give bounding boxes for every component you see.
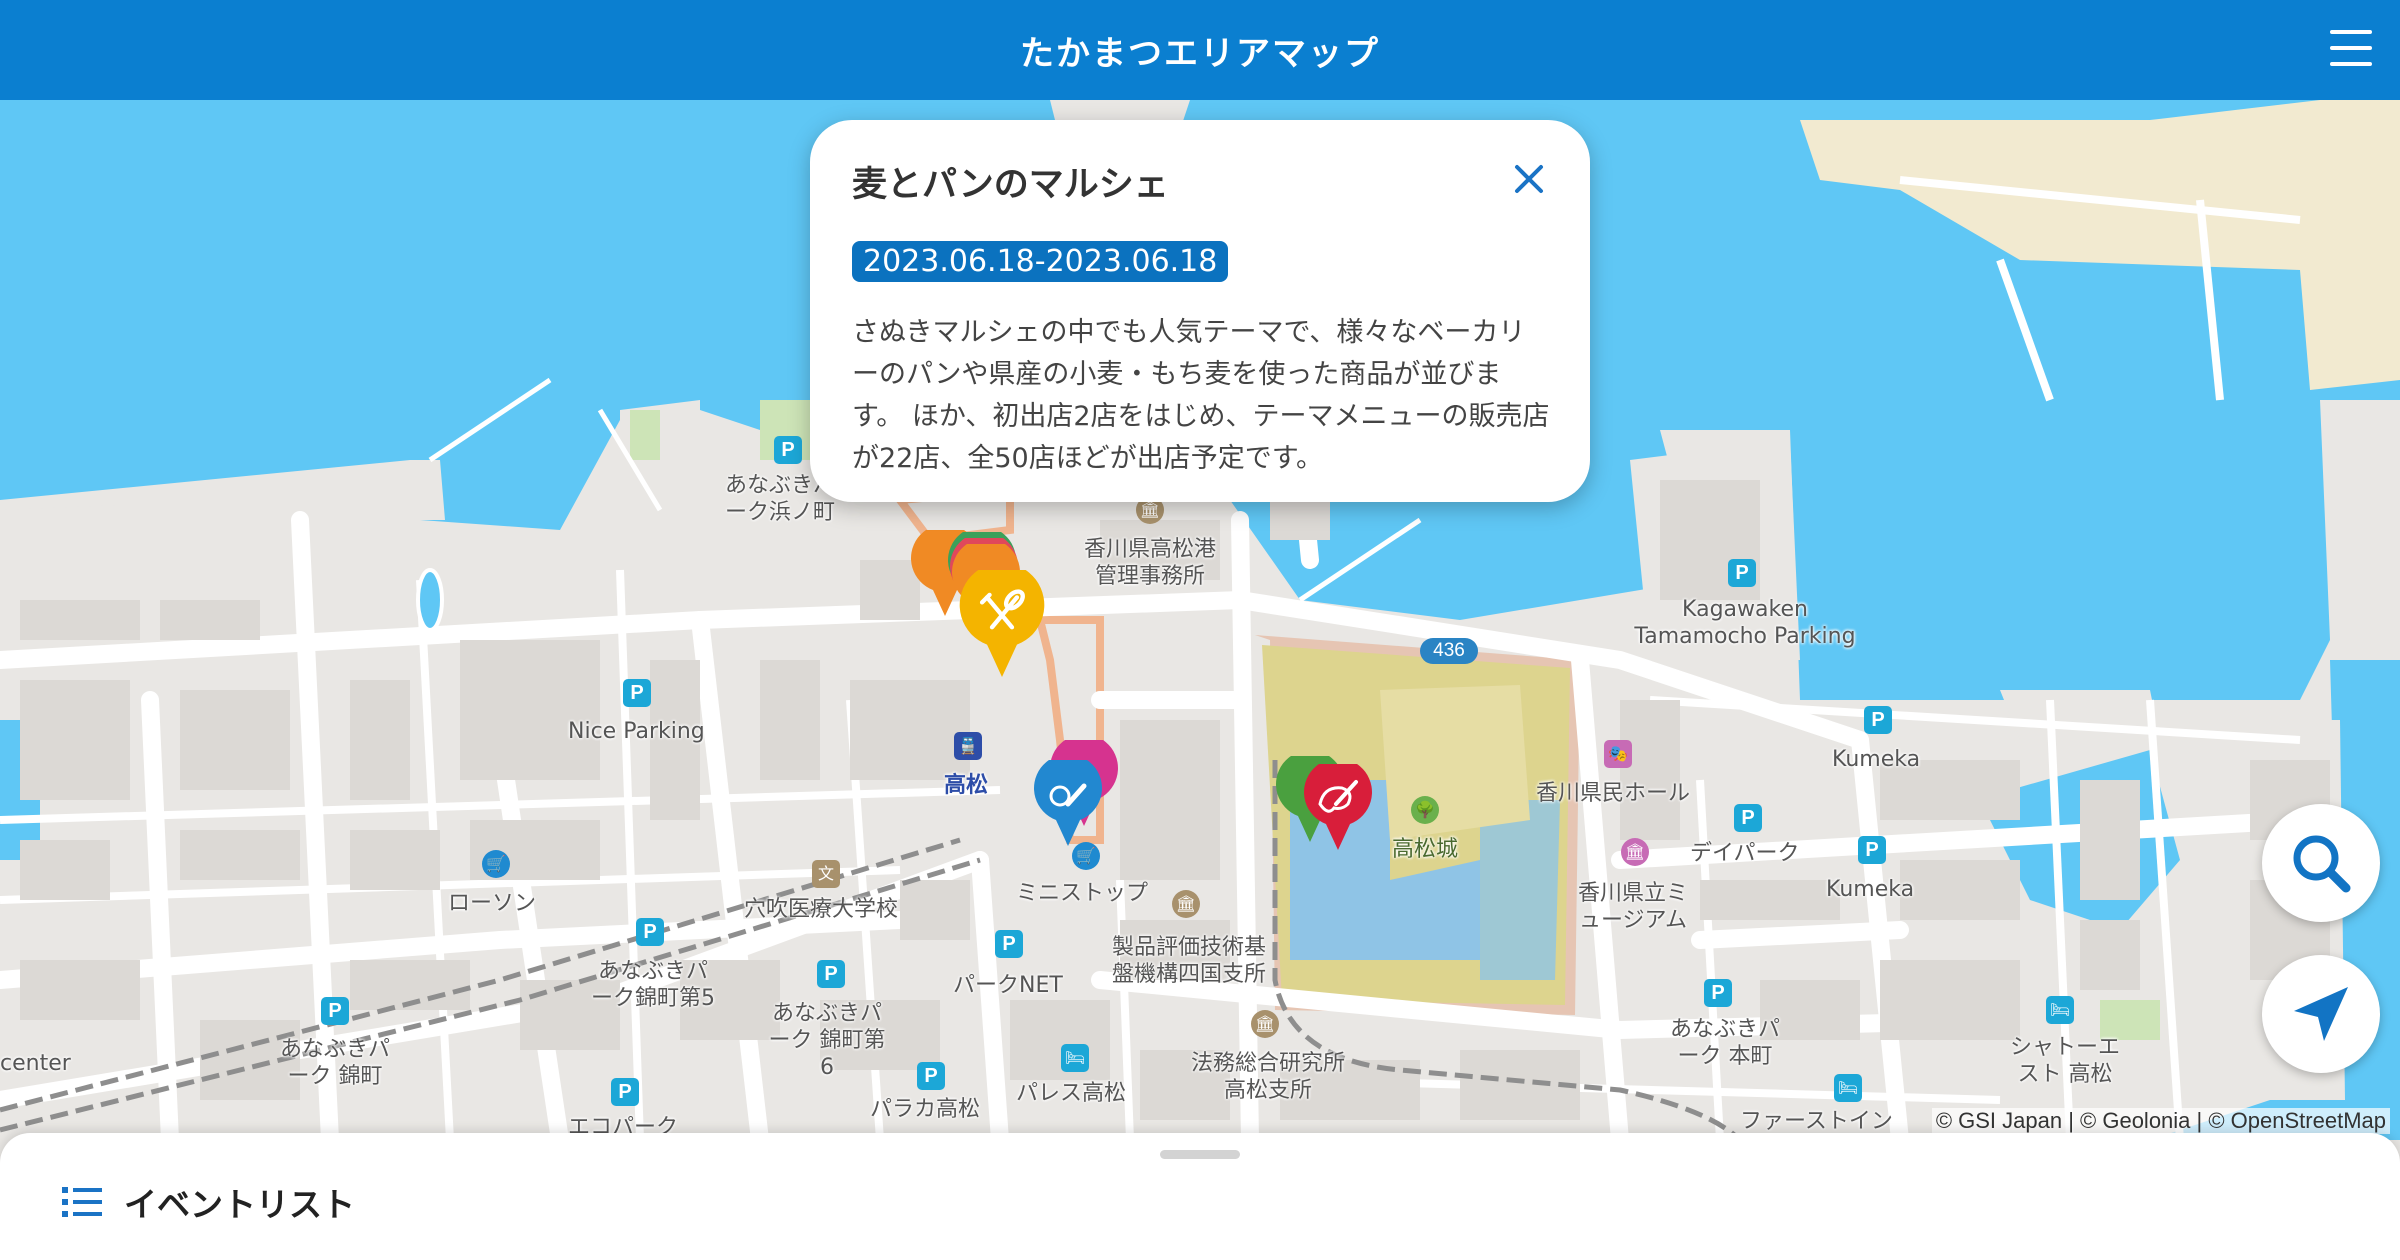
map-label: 法務総合研究所高松支所	[1190, 1051, 1345, 1103]
map-label: あなぶきパーク 本町	[1669, 1017, 1780, 1069]
event-list-sheet[interactable]: イベントリスト	[0, 1133, 2400, 1260]
app-title: たかまつエリアマップ	[1020, 33, 1380, 74]
parking-icon[interactable]: P	[1864, 706, 1892, 734]
map-label: Kagawaken Tamamocho Parking	[1634, 597, 1856, 649]
event-popup: 麦とパンのマルシェ 2023.06.18-2023.06.18 さぬきマルシェの…	[810, 120, 1590, 502]
hotel-icon[interactable]: 🛏	[2046, 996, 2074, 1024]
map-label: シャトーエスト 高松	[2009, 1035, 2120, 1087]
map-label: パラカ高松	[870, 1097, 981, 1122]
museum-icon[interactable]: 🏛	[1621, 838, 1649, 866]
popup-date-badge: 2023.06.18-2023.06.18	[852, 241, 1229, 282]
map-attribution[interactable]: © GSI Japan | © Geolonia | © OpenStreetM…	[1931, 1108, 2390, 1134]
parking-icon[interactable]: P	[995, 930, 1023, 958]
map-label: center	[0, 1051, 71, 1076]
route-shield: 436	[1420, 638, 1478, 664]
map-label: ローソン	[448, 891, 537, 916]
map-label: ミニストップ	[1016, 881, 1149, 906]
popup-description: さぬきマルシェの中でも人気テーマで、様々なベーカリーのパンや県産の小麦・もち麦を…	[852, 317, 1550, 474]
map-label: 穴吹医療大学校	[744, 897, 899, 922]
parking-icon[interactable]: P	[1728, 559, 1756, 587]
popup-title: 麦とパンのマルシェ	[852, 165, 1169, 205]
list-icon	[62, 1187, 102, 1217]
search-icon	[2293, 835, 2351, 893]
map-label: あなぶきパーク 錦町第6	[768, 1001, 886, 1080]
government-icon[interactable]: 🏛	[1251, 1010, 1279, 1038]
parking-icon[interactable]: P	[1704, 979, 1732, 1007]
map-label: デイパーク	[1690, 841, 1800, 866]
park-icon[interactable]: 🌳	[1411, 796, 1439, 824]
parking-icon[interactable]: P	[917, 1062, 945, 1090]
close-icon[interactable]	[1506, 156, 1552, 202]
search-button[interactable]	[2262, 804, 2380, 922]
parking-icon[interactable]: P	[774, 436, 802, 464]
app-header: たかまつエリアマップ	[0, 0, 2400, 100]
station-icon[interactable]: 🚆	[954, 732, 982, 760]
map-label: Nice Parking	[568, 719, 705, 744]
event-pin-art[interactable]	[1298, 764, 1378, 854]
parking-icon[interactable]: P	[817, 960, 845, 988]
current-location-button[interactable]	[2262, 955, 2380, 1073]
event-pin-sports[interactable]	[1028, 760, 1108, 850]
map-label: ファーストイン	[1740, 1109, 1893, 1134]
hotel-icon[interactable]: 🛏	[1834, 1074, 1862, 1102]
map-label: パレス高松	[1016, 1081, 1127, 1106]
map-label: Kumeka	[1832, 747, 1921, 772]
station-label: 高松	[944, 773, 989, 798]
theater-icon[interactable]: 🎭	[1604, 740, 1632, 768]
school-icon[interactable]: 文	[812, 860, 840, 888]
map-label: 香川県民ホール	[1536, 781, 1691, 806]
parking-icon[interactable]: P	[1858, 836, 1886, 864]
event-pin-food-selected[interactable]	[952, 570, 1052, 682]
map-label: 香川県立ミュージアム	[1577, 881, 1688, 933]
sheet-drag-handle[interactable]	[1160, 1150, 1240, 1159]
government-icon[interactable]: 🏛	[1172, 890, 1200, 918]
map-label: 製品評価技術基盤機構四国支所	[1111, 935, 1266, 987]
castle-label: 高松城	[1392, 837, 1459, 862]
parking-icon[interactable]: P	[636, 918, 664, 946]
hamburger-menu-icon[interactable]	[2330, 30, 2372, 66]
event-list-label[interactable]: イベントリスト	[124, 1178, 355, 1226]
hotel-icon[interactable]: 🛏	[1061, 1044, 1089, 1072]
map-label: あなぶきパーク 錦町	[279, 1037, 390, 1089]
navigation-arrow-icon	[2294, 987, 2348, 1041]
map-label: Kumeka	[1826, 877, 1915, 902]
map-label: あなぶきパーク錦町第5	[591, 959, 715, 1011]
parking-icon[interactable]: P	[1734, 804, 1762, 832]
map-label: 香川県高松港管理事務所	[1083, 537, 1216, 589]
parking-icon[interactable]: P	[611, 1078, 639, 1106]
parking-icon[interactable]: P	[321, 997, 349, 1025]
shop-icon[interactable]: 🛒	[482, 850, 510, 878]
map-label: パークNET	[953, 973, 1063, 998]
parking-icon[interactable]: P	[623, 679, 651, 707]
